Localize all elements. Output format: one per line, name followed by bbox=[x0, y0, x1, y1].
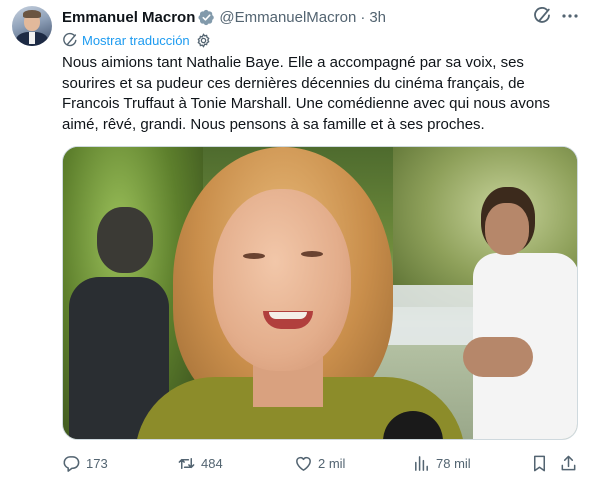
reply-count: 173 bbox=[86, 455, 108, 471]
like-button[interactable]: 2 mil bbox=[294, 451, 345, 475]
globe-icon bbox=[63, 32, 77, 47]
share-button[interactable] bbox=[559, 451, 578, 475]
more-button[interactable] bbox=[560, 6, 580, 26]
separator-dot: · bbox=[360, 8, 366, 26]
photo-woman-eye-right bbox=[301, 251, 323, 257]
action-bar: 173 484 2 mil 78 mil bbox=[62, 451, 578, 475]
translate-row: Mostrar traducción bbox=[62, 31, 211, 49]
gear-icon[interactable] bbox=[196, 32, 211, 48]
retweet-button[interactable]: 484 bbox=[177, 451, 223, 475]
avatar[interactable] bbox=[12, 6, 52, 46]
views-icon bbox=[415, 455, 428, 471]
photo-woman-eye-left bbox=[243, 253, 265, 259]
author-name[interactable]: Emmanuel Macron bbox=[62, 9, 195, 26]
verified-badge-icon[interactable] bbox=[198, 9, 215, 26]
heart-icon bbox=[296, 456, 311, 471]
reply-button[interactable]: 173 bbox=[62, 451, 108, 475]
tweet[interactable]: Emmanuel Macron @EmmanuelMacron · 3h Mos… bbox=[0, 0, 592, 482]
photo-person-right-arm bbox=[463, 337, 533, 377]
bookmark-button[interactable] bbox=[530, 451, 549, 475]
retweet-count: 484 bbox=[201, 455, 223, 471]
like-count: 2 mil bbox=[318, 455, 346, 471]
bookmark-icon bbox=[533, 455, 546, 471]
photo-woman-teeth bbox=[269, 312, 307, 319]
tweet-photo[interactable] bbox=[62, 146, 578, 440]
more-icon bbox=[562, 14, 578, 18]
retweet-icon bbox=[178, 457, 195, 469]
grok-icon bbox=[534, 7, 550, 23]
views-button[interactable]: 78 mil bbox=[412, 451, 471, 475]
view-count: 78 mil bbox=[436, 455, 471, 471]
reply-icon bbox=[63, 455, 80, 472]
avatar-hair bbox=[23, 10, 41, 18]
share-icon bbox=[561, 455, 576, 470]
show-translation-link[interactable]: Mostrar traducción bbox=[82, 33, 190, 48]
author-handle[interactable]: @EmmanuelMacron bbox=[219, 9, 356, 26]
photo-person-right-face bbox=[485, 203, 529, 255]
photo-woman-face bbox=[213, 189, 351, 371]
tweet-header: Emmanuel Macron @EmmanuelMacron · 3h bbox=[62, 7, 386, 27]
photo-person-left-head bbox=[97, 207, 153, 273]
tweet-text: Nous aimions tant Nathalie Baye. Elle a … bbox=[62, 54, 551, 133]
tweet-time[interactable]: 3h bbox=[369, 9, 386, 26]
grok-button[interactable] bbox=[533, 6, 553, 26]
photo-person-right bbox=[463, 187, 577, 439]
avatar-shirt bbox=[29, 32, 35, 44]
